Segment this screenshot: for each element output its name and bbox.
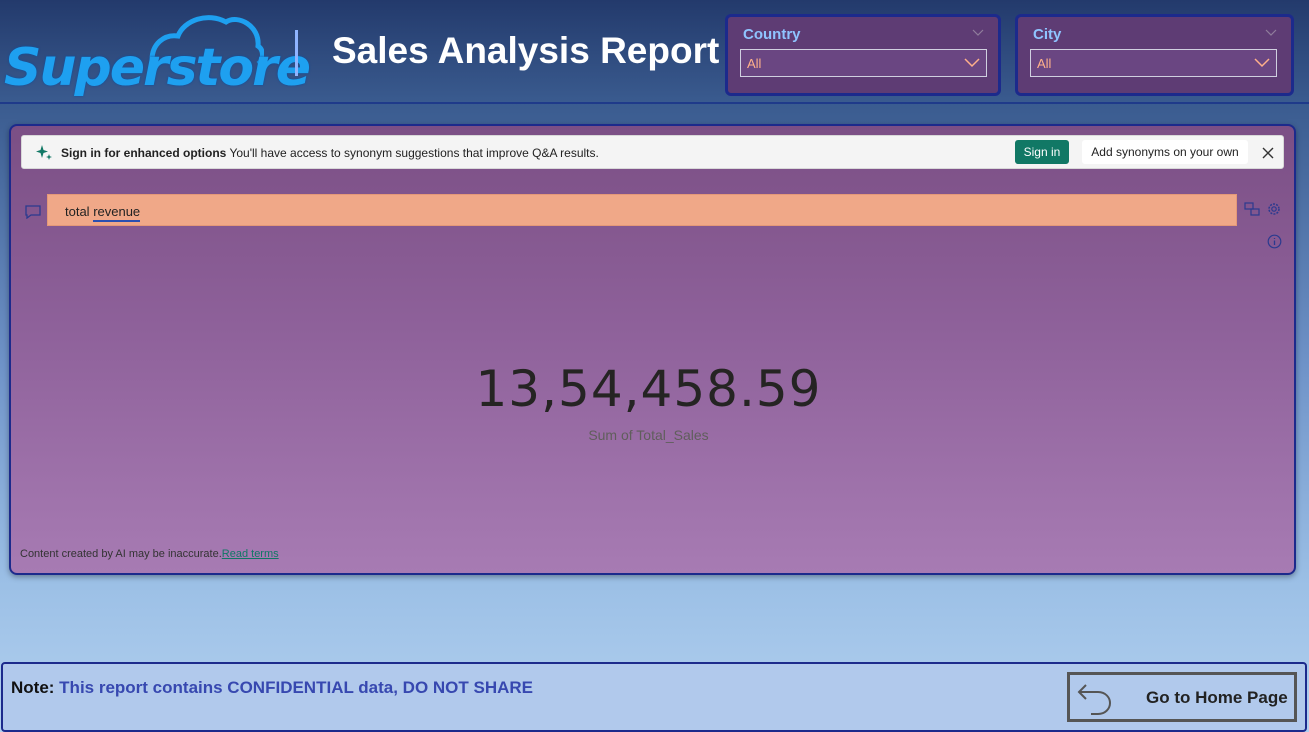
qa-query-term: revenue xyxy=(93,204,141,222)
convert-visual-icon[interactable] xyxy=(1244,202,1260,216)
page-title: Sales Analysis Report xyxy=(332,30,720,71)
country-selected-value: All xyxy=(747,56,762,71)
gear-icon[interactable] xyxy=(1266,201,1282,217)
read-terms-link[interactable]: Read terms xyxy=(222,548,279,560)
city-dropdown[interactable]: All xyxy=(1030,49,1277,77)
city-slicer[interactable]: City All xyxy=(1015,14,1294,96)
go-to-home-button[interactable]: Go to Home Page xyxy=(1067,672,1297,722)
city-slicer-label: City xyxy=(1033,26,1062,43)
signin-banner: Sign in for enhanced options You'll have… xyxy=(21,135,1284,169)
chat-icon[interactable] xyxy=(25,205,41,219)
signin-bold-text: Sign in for enhanced options xyxy=(61,146,227,160)
logo-wordmark: Superstore xyxy=(4,38,311,98)
qa-query-prefix: total xyxy=(65,204,94,219)
info-icon[interactable] xyxy=(1267,234,1282,249)
confidential-note: Note: This report contains CONFIDENTIAL … xyxy=(11,678,533,698)
add-synonyms-button[interactable]: Add synonyms on your own xyxy=(1082,140,1248,164)
back-arrow-icon xyxy=(1077,684,1112,715)
sign-in-button[interactable]: Sign in xyxy=(1015,140,1069,164)
chevron-down-icon xyxy=(1254,58,1270,68)
superstore-logo: Superstore xyxy=(2,8,311,98)
country-slicer[interactable]: Country All xyxy=(725,14,1001,96)
chevron-down-icon[interactable] xyxy=(1265,27,1277,39)
home-button-label: Go to Home Page xyxy=(1146,688,1288,707)
note-message: This report contains CONFIDENTIAL data, … xyxy=(54,678,534,697)
signin-message: Sign in for enhanced options You'll have… xyxy=(61,146,599,160)
sparkle-icon xyxy=(36,145,52,160)
signin-rest-text: You'll have access to synonym suggestion… xyxy=(226,146,599,160)
ai-disclaimer: Content created by AI may be inaccurate.… xyxy=(20,548,279,560)
chevron-down-icon[interactable] xyxy=(972,27,984,39)
qa-visual: Sign in for enhanced options You'll have… xyxy=(9,124,1296,575)
country-slicer-label: Country xyxy=(743,26,801,43)
qa-query-text: total revenue xyxy=(65,204,141,222)
card-label: Sum of Total_Sales xyxy=(588,427,709,443)
footer-note-bar: Note: This report contains CONFIDENTIAL … xyxy=(1,662,1307,732)
card-value: 13,54,458.59 xyxy=(475,360,822,418)
close-icon[interactable] xyxy=(1262,147,1274,159)
qa-question-input[interactable]: total revenue xyxy=(47,194,1237,226)
note-label: Note: xyxy=(11,678,55,697)
report-header: Superstore Sales Analysis Report Country… xyxy=(0,0,1309,104)
disclaimer-text: Content created by AI may be inaccurate. xyxy=(20,548,222,560)
city-selected-value: All xyxy=(1037,56,1052,71)
country-dropdown[interactable]: All xyxy=(740,49,987,77)
title-divider xyxy=(295,30,298,76)
chevron-down-icon xyxy=(964,58,980,68)
